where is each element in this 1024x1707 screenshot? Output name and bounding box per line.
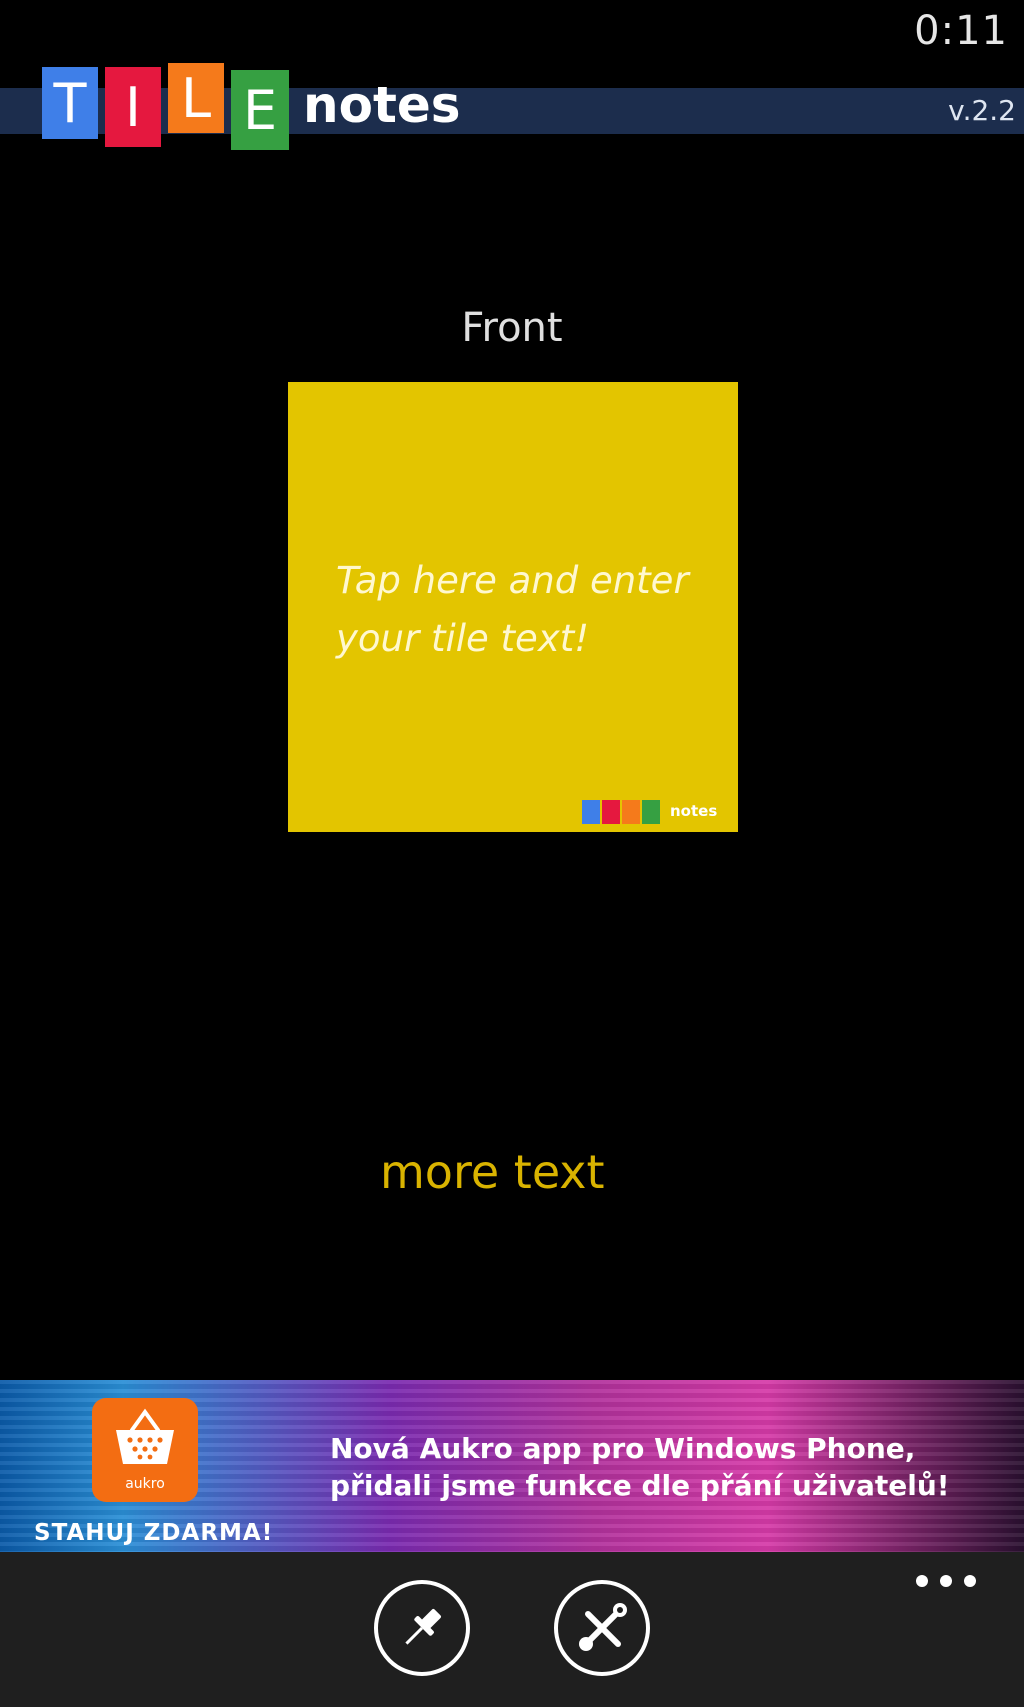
ellipsis-icon[interactable] [916,1566,976,1596]
tile-text-input[interactable]: Tap here and enter your tile text! [336,552,716,668]
ad-headline-line: přidali jsme funkce dle přání uživatelů! [330,1469,950,1502]
more-text-link[interactable]: more text [380,1145,605,1199]
logo-letter-i: I [105,67,161,147]
ellipsis-dot [916,1575,928,1587]
pin-icon [405,1609,441,1645]
ad-app-label: aukro [125,1476,165,1492]
settings-button[interactable] [554,1580,650,1676]
basket-icon [116,1408,174,1464]
mini-logo-letter [622,800,640,824]
ad-headline: Nová Aukro app pro Windows Phone, přidal… [330,1430,950,1504]
status-time: 0:11 [914,8,1008,54]
ellipsis-dot [964,1575,976,1587]
logo-letter-e: E [231,70,289,150]
pin-button[interactable] [374,1580,470,1676]
tile-mini-logo: notes [582,800,732,824]
ad-banner[interactable]: aukro STAHUJ ZDARMA! Nová Aukro app pro … [0,1380,1024,1552]
tile-preview[interactable]: Tap here and enter your tile text! notes [288,382,738,832]
logo-word: notes [303,76,461,134]
ellipsis-dot [940,1575,952,1587]
ad-cta: STAHUJ ZDARMA! [34,1520,274,1546]
app-bar [0,1552,1024,1707]
tile-face-label: Front [461,305,563,351]
tools-icon [579,1603,627,1651]
mini-logo-word: notes [670,802,718,820]
aukro-app-icon: aukro [92,1398,198,1502]
version-label: v.2.2 [948,94,1016,127]
mini-logo-letter [582,800,600,824]
logo-letter-l: L [168,63,224,133]
ad-headline-line: Nová Aukro app pro Windows Phone, [330,1432,916,1465]
mini-logo-letter [642,800,660,824]
logo-letter-t: T [42,67,98,139]
mini-logo-letter [602,800,620,824]
